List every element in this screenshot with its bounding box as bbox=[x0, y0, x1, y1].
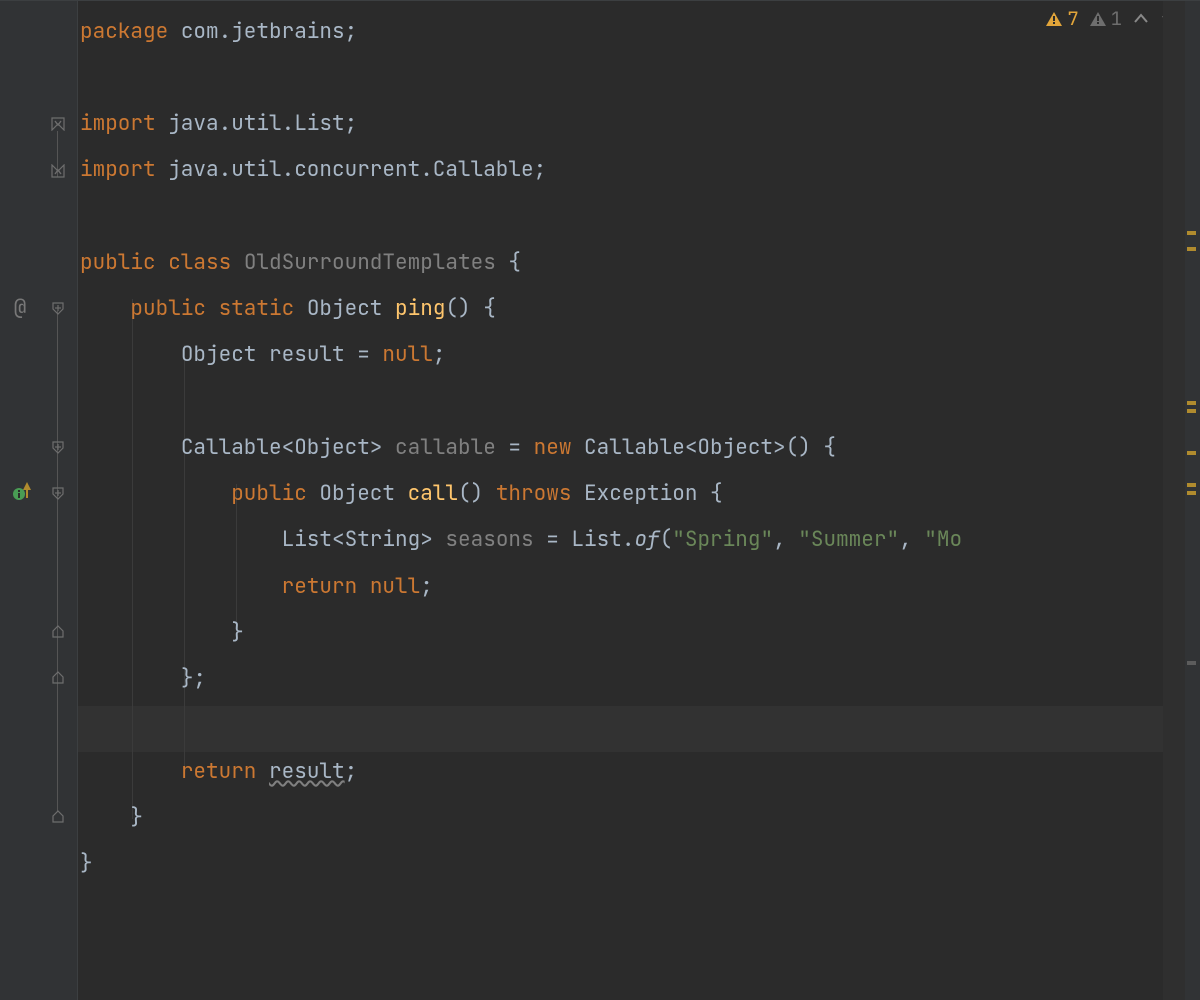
warning-triangle-icon bbox=[1045, 10, 1063, 28]
warning-stripe[interactable] bbox=[1187, 451, 1196, 455]
code-editor[interactable]: 7 1 package com.jetbrai bbox=[78, 1, 1200, 1000]
fold-collapse-icon[interactable] bbox=[50, 300, 66, 316]
prev-highlight-icon[interactable] bbox=[1132, 10, 1150, 28]
weak-warnings-indicator[interactable]: 1 bbox=[1089, 9, 1122, 28]
weak-warning-triangle-icon bbox=[1089, 10, 1107, 28]
fold-gutter bbox=[40, 1, 78, 1000]
annotation-gutter: @ bbox=[0, 1, 40, 1000]
code-line: }; bbox=[78, 668, 206, 689]
code-line: } bbox=[78, 853, 93, 874]
code-line: return null; bbox=[78, 576, 433, 597]
code-line: return result; bbox=[78, 761, 357, 782]
error-stripe[interactable] bbox=[1185, 1, 1200, 1000]
code-line: public class OldSurroundTemplates { bbox=[78, 252, 521, 273]
scrollbar-track[interactable] bbox=[1163, 1, 1185, 1000]
fold-end-icon[interactable] bbox=[50, 624, 66, 640]
fold-end-icon[interactable] bbox=[50, 809, 66, 825]
warning-count: 7 bbox=[1067, 9, 1078, 28]
code-line: Object result = null; bbox=[78, 344, 445, 365]
code-line: package com.jetbrains; bbox=[78, 21, 357, 42]
code-line: public static Object ping() { bbox=[78, 298, 496, 319]
code-line: } bbox=[78, 807, 143, 828]
warning-stripe[interactable] bbox=[1187, 401, 1196, 405]
fold-collapse-icon[interactable] bbox=[50, 116, 66, 132]
code-line: import java.util.List; bbox=[78, 113, 357, 134]
code-line: } bbox=[78, 622, 244, 643]
override-gutter-icon[interactable]: @ bbox=[5, 297, 35, 318]
warning-stripe[interactable] bbox=[1187, 491, 1196, 495]
warning-stripe[interactable] bbox=[1187, 409, 1196, 413]
fold-end-icon[interactable] bbox=[50, 670, 66, 686]
code-line: List<String> seasons = List.of("Spring",… bbox=[78, 529, 962, 550]
up-arrow-icon bbox=[22, 480, 32, 500]
code-line: Callable<Object> callable = new Callable… bbox=[78, 437, 836, 458]
indent-guide bbox=[184, 345, 185, 775]
warning-stripe[interactable] bbox=[1187, 247, 1196, 251]
code-line: import java.util.concurrent.Callable; bbox=[78, 159, 546, 180]
warnings-indicator[interactable]: 7 bbox=[1045, 9, 1078, 28]
weak-warning-count: 1 bbox=[1111, 9, 1122, 28]
weak-warning-stripe[interactable] bbox=[1187, 661, 1196, 665]
warning-stripe[interactable] bbox=[1187, 231, 1196, 235]
fold-collapse-icon[interactable] bbox=[50, 439, 66, 455]
fold-collapse-icon[interactable] bbox=[50, 485, 66, 501]
warning-stripe[interactable] bbox=[1187, 483, 1196, 487]
fold-end-icon[interactable] bbox=[50, 163, 66, 179]
current-line-highlight bbox=[78, 706, 1200, 752]
inspection-summary[interactable]: 7 1 bbox=[1045, 9, 1178, 28]
indent-guide bbox=[132, 299, 133, 819]
fold-line bbox=[57, 311, 58, 811]
code-line: public Object call() throws Exception { bbox=[78, 483, 723, 504]
